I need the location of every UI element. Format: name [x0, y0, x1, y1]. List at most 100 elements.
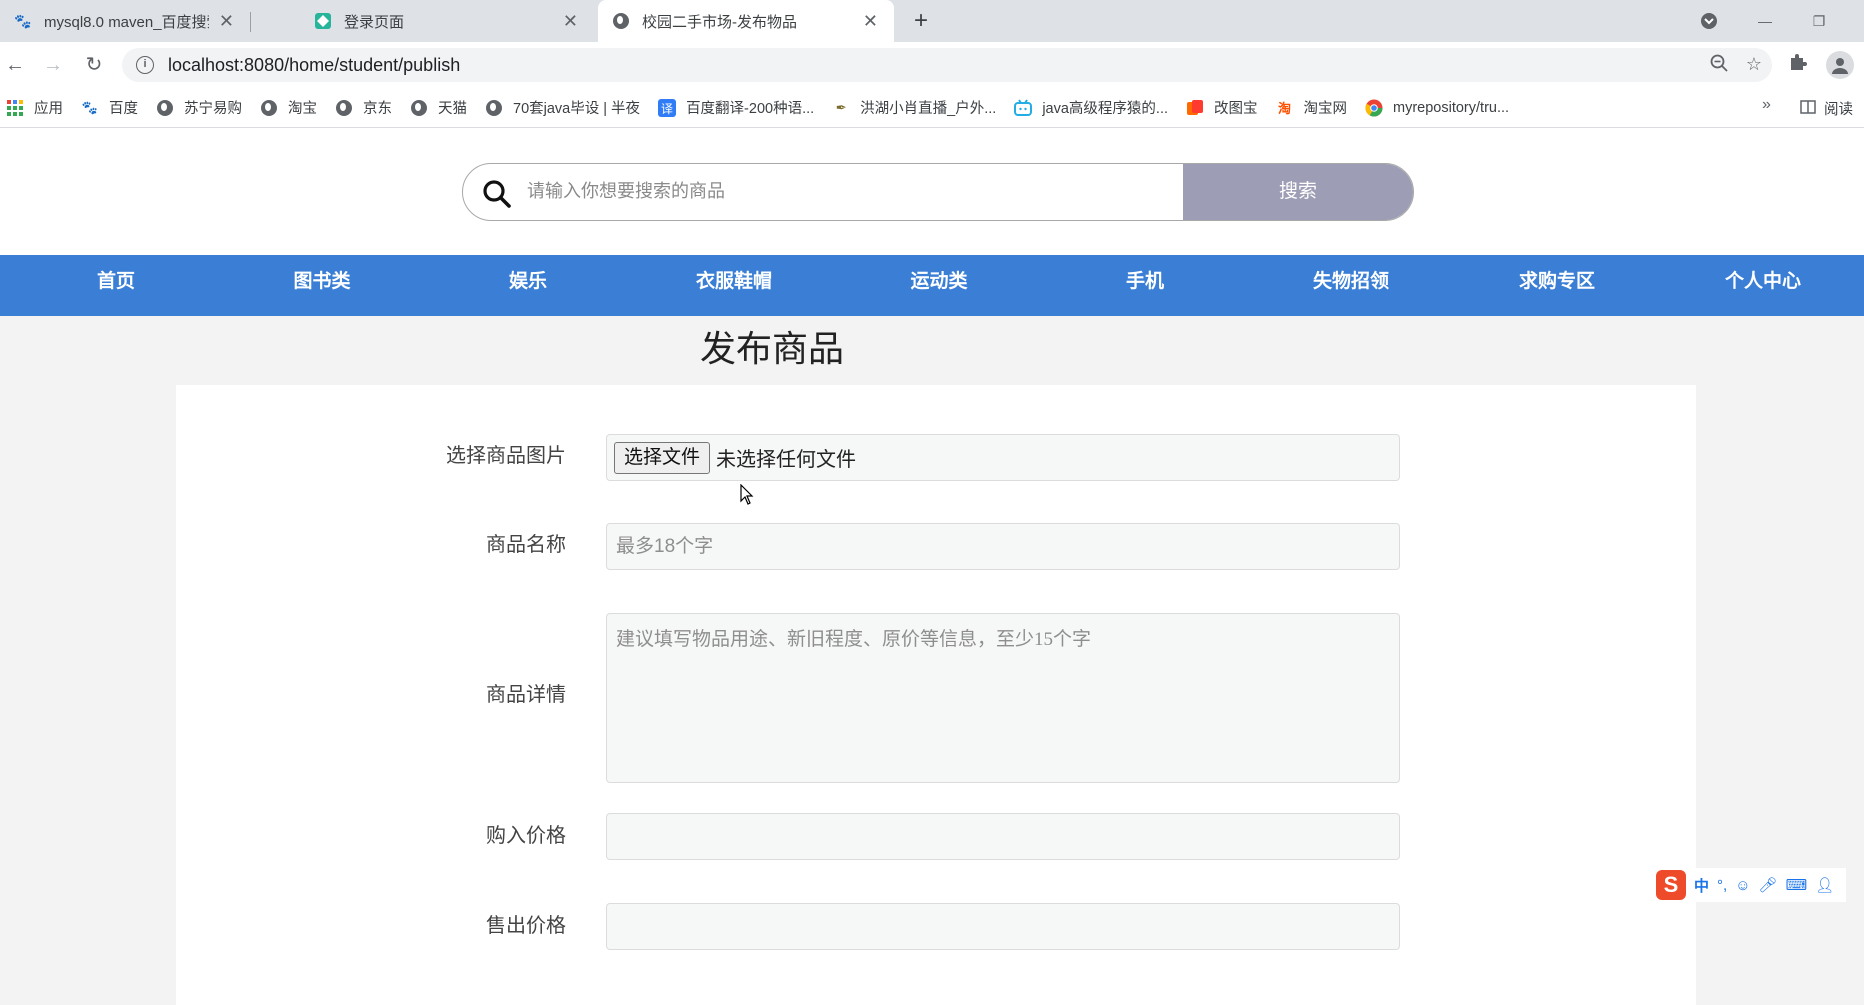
sell-price-label: 售出价格: [486, 915, 566, 937]
bookmark-myrepository[interactable]: myrepository/tru...: [1365, 99, 1509, 117]
bookmark-suning[interactable]: 苏宁易购: [156, 97, 242, 118]
site-header: 搜索: [0, 128, 1864, 255]
bilibili-tv-icon: [1014, 98, 1033, 117]
minimize-button[interactable]: —: [1742, 0, 1788, 42]
orange-square-icon: [1186, 99, 1204, 117]
bookmark-java-projects[interactable]: 70套java毕设 | 半夜: [485, 97, 640, 118]
search-box: 搜索: [462, 163, 1414, 221]
site-info-icon[interactable]: i: [136, 56, 154, 74]
translate-icon: 译: [658, 98, 677, 117]
bookmark-taobao[interactable]: 淘宝: [260, 97, 317, 118]
page-title: 发布商品: [700, 328, 845, 369]
diamond-logo-icon: [314, 12, 332, 30]
url-text[interactable]: localhost:8080/home/student/publish: [168, 55, 460, 76]
buy-price-input[interactable]: [606, 813, 1400, 860]
file-status: 未选择任何文件: [716, 449, 857, 471]
ime-mode-toggle[interactable]: 中: [1694, 875, 1709, 896]
star-icon[interactable]: ☆: [1746, 54, 1762, 77]
bookmark-label: myrepository/tru...: [1393, 99, 1510, 116]
bookmark-baidu-translate[interactable]: 译 百度翻译-200种语...: [658, 97, 814, 118]
nav-clothing[interactable]: 衣服鞋帽: [654, 255, 814, 316]
ime-toolbar: S 中 °, ☺ 🎤︎ ⌨ 👤︎: [1652, 868, 1847, 902]
search-icon: [481, 178, 513, 210]
globe-icon: [260, 99, 278, 117]
bookmarks-more-button[interactable]: »: [1762, 96, 1771, 114]
nav-books[interactable]: 图书类: [242, 255, 402, 316]
tab-baidu-search[interactable]: 🐾 mysql8.0 maven_百度搜索 ✕: [0, 0, 250, 42]
bookmark-label: 改图宝: [1214, 101, 1258, 117]
product-name-input[interactable]: [606, 523, 1400, 570]
svg-text:译: 译: [661, 102, 673, 116]
reading-list-icon: [1800, 99, 1816, 119]
reading-list-button[interactable]: 阅读: [1800, 98, 1853, 119]
search-input[interactable]: [525, 164, 1145, 219]
detail-label: 商品详情: [486, 684, 566, 706]
search-button[interactable]: 搜索: [1183, 164, 1413, 220]
bookmark-label: 应用: [34, 101, 63, 117]
tab-title: 校园二手市场-发布物品: [642, 13, 797, 31]
taobao-icon: 淘: [1278, 101, 1292, 116]
profile-avatar-icon[interactable]: [1826, 51, 1854, 79]
feather-icon: ✒: [835, 99, 847, 115]
page-content: 搜索 首页 图书类 娱乐 衣服鞋帽 运动类 手机 失物招领 求购专区 个人中心 …: [0, 128, 1864, 1005]
nav-entertainment[interactable]: 娱乐: [448, 255, 608, 316]
nav-home[interactable]: 首页: [36, 255, 196, 316]
bookmark-label: 京东: [363, 101, 392, 117]
bookmark-tmall[interactable]: 天猫: [410, 97, 467, 118]
close-icon[interactable]: ✕: [863, 11, 878, 32]
restore-button[interactable]: ❐: [1796, 0, 1842, 42]
buy-price-label: 购入价格: [486, 825, 566, 847]
bookmark-baidu[interactable]: 🐾 百度: [81, 97, 138, 118]
new-tab-button[interactable]: +: [906, 6, 936, 36]
tab-login-page[interactable]: 登录页面 ✕: [300, 0, 594, 42]
reload-icon[interactable]: ↻: [79, 50, 109, 80]
tab-search-icon[interactable]: [1686, 0, 1732, 42]
tab-publish-item[interactable]: 校园二手市场-发布物品 ✕: [598, 0, 894, 42]
forward-arrow-icon[interactable]: →: [38, 50, 68, 80]
nav-phones[interactable]: 手机: [1065, 255, 1225, 316]
baidu-paw-icon: 🐾: [14, 12, 32, 29]
bookmark-apps[interactable]: 应用: [6, 97, 63, 118]
image-label: 选择商品图片: [446, 445, 566, 467]
user-icon[interactable]: 👤︎: [1815, 876, 1834, 894]
nav-wanted[interactable]: 求购专区: [1477, 255, 1637, 316]
product-detail-textarea[interactable]: [606, 613, 1400, 783]
zoom-icon[interactable]: [1710, 54, 1728, 77]
microphone-icon[interactable]: 🎤︎: [1759, 876, 1778, 894]
globe-icon: [156, 99, 174, 117]
mouse-cursor-icon: [740, 484, 754, 505]
choose-file-button[interactable]: 选择文件: [614, 441, 711, 474]
chrome-icon: [1365, 99, 1383, 117]
ime-punct-toggle[interactable]: °,: [1717, 877, 1727, 894]
globe-icon: [410, 99, 428, 117]
sell-price-input[interactable]: [606, 903, 1400, 950]
bookmark-bilibili[interactable]: java高级程序猿的...: [1014, 97, 1168, 118]
extensions-puzzle-icon[interactable]: [1788, 52, 1808, 77]
tab-strip: 🐾 mysql8.0 maven_百度搜索 ✕ 登录页面 ✕ 校园二手市场-发布…: [0, 0, 1864, 42]
globe-icon: [335, 99, 353, 117]
reading-list-label: 阅读: [1824, 102, 1853, 118]
close-icon[interactable]: ✕: [219, 11, 234, 32]
image-file-field: 选择文件 未选择任何文件: [606, 434, 1400, 481]
bookmark-label: 百度: [109, 101, 138, 117]
name-label: 商品名称: [486, 534, 566, 556]
back-arrow-icon[interactable]: ←: [0, 50, 30, 80]
nav-personal-center[interactable]: 个人中心: [1683, 255, 1843, 316]
bookmark-gaitubao[interactable]: 改图宝: [1186, 97, 1258, 118]
bookmark-label: 百度翻译-200种语...: [686, 101, 815, 117]
globe-icon: [612, 12, 630, 30]
close-icon[interactable]: ✕: [563, 11, 578, 32]
nav-sports[interactable]: 运动类: [859, 255, 1019, 316]
globe-icon: [485, 99, 503, 117]
bookmark-jd[interactable]: 京东: [335, 97, 392, 118]
nav-lost-found[interactable]: 失物招领: [1271, 255, 1431, 316]
category-navbar: 首页 图书类 娱乐 衣服鞋帽 运动类 手机 失物招领 求购专区 个人中心: [0, 255, 1864, 316]
bookmark-label: 淘宝网: [1303, 101, 1348, 117]
bookmark-taobao-net[interactable]: 淘 淘宝网: [1276, 97, 1348, 118]
sogou-logo-icon[interactable]: S: [1656, 870, 1686, 900]
keyboard-icon[interactable]: ⌨: [1786, 876, 1808, 894]
bookmark-live-stream[interactable]: ✒ 洪湖小肖直播_户外...: [832, 97, 997, 118]
publish-form: 选择商品图片 选择文件 未选择任何文件 商品名称 商品详情 购入价格 售出价格: [176, 385, 1696, 1005]
smiley-icon[interactable]: ☺: [1735, 877, 1750, 894]
address-bar[interactable]: i localhost:8080/home/student/publish ☆: [122, 48, 1772, 82]
